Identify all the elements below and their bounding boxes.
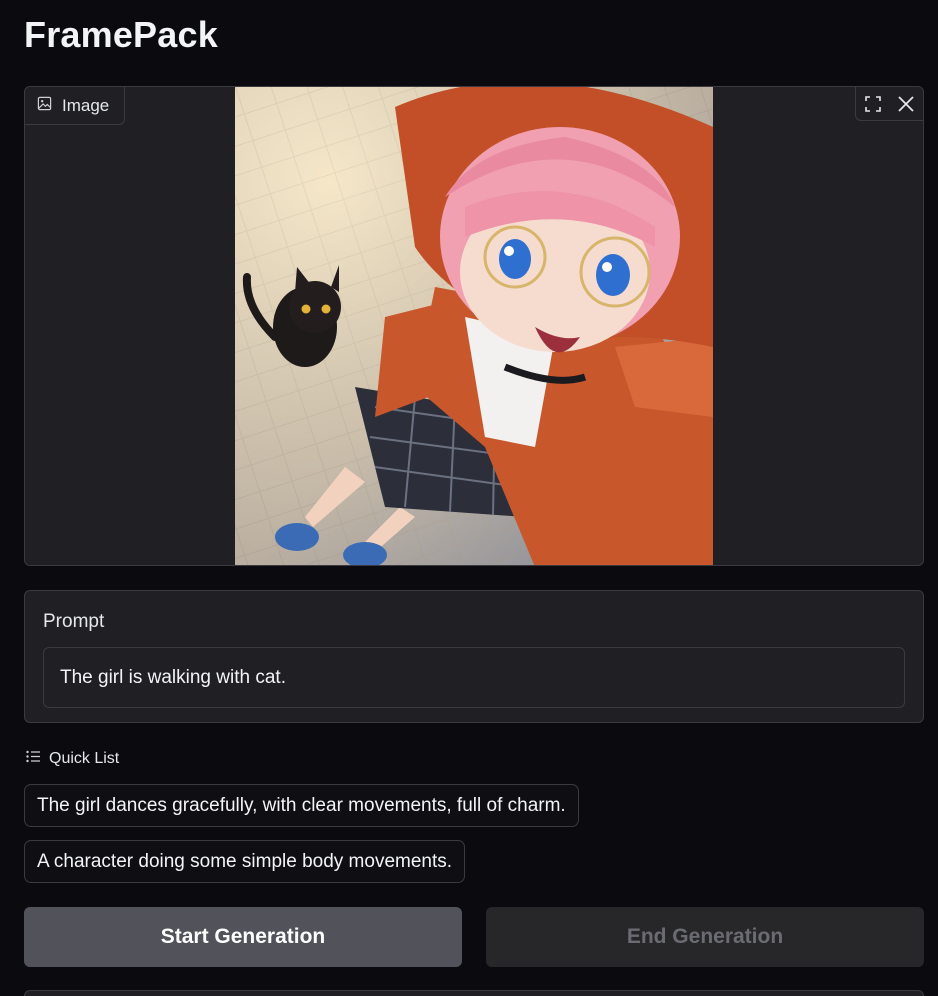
list-icon [26,750,41,768]
prompt-panel: Prompt [24,590,924,723]
prompt-input[interactable] [43,647,905,708]
quick-list-label: Quick List [49,750,120,767]
image-label-text: Image [62,95,110,115]
image-toolbar [855,87,923,121]
end-generation-button[interactable]: End Generation [486,907,924,967]
next-panel-edge [24,990,924,996]
quick-list-item[interactable]: The girl dances gracefully, with clear m… [24,784,579,827]
image-icon [37,96,52,116]
image-label-tab: Image [25,87,125,125]
image-panel: Image [24,86,924,566]
quick-list-item[interactable]: A character doing some simple body movem… [24,840,466,883]
fullscreen-icon[interactable] [861,92,885,116]
uploaded-image [235,87,713,565]
close-icon[interactable] [894,92,918,116]
quick-list-header: Quick List [26,750,119,768]
start-generation-button[interactable]: Start Generation [24,907,462,967]
app-title: FramePack [24,14,218,55]
prompt-label: Prompt [43,611,105,632]
